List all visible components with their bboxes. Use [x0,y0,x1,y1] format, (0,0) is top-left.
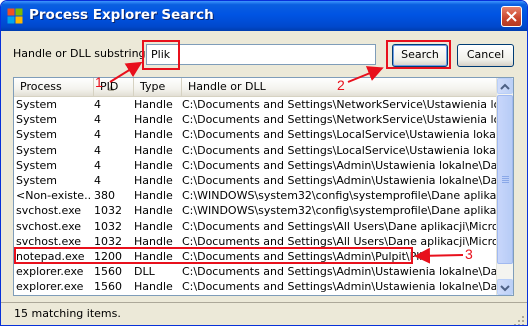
cell-process: svchost.exe [16,204,82,218]
cell-pid: 4 [94,143,101,157]
cell-pid: 4 [94,98,101,111]
cell-type: Handle [134,98,173,111]
vertical-scrollbar[interactable] [496,78,513,295]
cell-pid: 4 [94,128,101,142]
cell-handle: C:\Documents and Settings\All Users\Dane… [182,219,496,233]
cell-process: System [16,158,58,172]
annotation-box-input [142,40,180,70]
annotation-box-search [386,40,451,69]
table-row[interactable]: System 4 Handle C:\Documents and Settings\N… [14,97,498,112]
column-header-process[interactable]: Process [14,78,94,96]
table-row[interactable]: svchost.exe 1032 Handle C:\WINDOWS\system32… [14,203,498,218]
close-x-icon [506,11,517,22]
cell-pid: 1032 [94,204,122,218]
cell-type: Handle [134,280,173,294]
cell-handle: C:\Documents and Settings\NetworkService… [182,98,496,111]
chevron-down-icon [500,285,510,292]
annotation-box-notepad-row [14,247,413,264]
cell-process: System [16,128,58,142]
cell-type: Handle [134,143,173,157]
cell-type: Handle [134,219,173,233]
resize-grip-icon[interactable] [513,312,525,325]
cell-type: Handle [134,128,173,142]
list-header: Process ▲ PID Type Handle or DLL [14,78,498,97]
cell-handle: C:\Documents and Settings\LocalService\U… [182,143,496,157]
table-row[interactable]: System 4 Handle C:\Documents and Settings\A… [14,158,498,173]
cell-process: System [16,173,58,187]
annotation-number-2: 2 [337,77,345,93]
cell-handle: C:\WINDOWS\system32\config\systemprofile… [182,189,496,203]
scroll-down-button[interactable] [497,279,513,295]
table-row[interactable]: System 4 Handle C:\Documents and Settings\A… [14,173,498,188]
table-row[interactable]: System 4 Handle C:\Documents and Settings\L… [14,127,498,142]
status-bar: 15 matching items. [1,302,527,325]
table-row[interactable]: <Non-existe... 380 Handle C:\WINDOWS\system… [14,188,498,203]
table-row[interactable]: System 4 Handle C:\Documents and Settings\N… [14,112,498,127]
cell-pid: 380 [94,189,115,203]
cell-process: System [16,143,58,157]
cell-handle: C:\Documents and Settings\Admin\Ustawien… [182,173,496,187]
title-bar[interactable]: Process Explorer Search [1,1,527,31]
cell-process: System [16,98,58,111]
cell-handle: C:\Documents and Settings\Admin\Ustawien… [182,265,496,279]
table-row[interactable]: System 4 Handle C:\Documents and Settings\L… [14,143,498,158]
cell-type: DLL [134,265,155,279]
cell-type: Handle [134,189,173,203]
cell-process: svchost.exe [16,219,82,233]
cell-pid: 4 [94,113,101,127]
cell-handle: C:\Documents and Settings\LocalService\U… [182,128,496,142]
window-title: Process Explorer Search [29,7,214,23]
table-row[interactable]: svchost.exe 1032 Handle C:\Documents and Se… [14,219,498,234]
table-row[interactable]: explorer.exe 1560 Handle C:\Documents and S… [14,279,498,294]
result-rows: System 4 Handle C:\Documents and Settings\N… [14,97,498,294]
table-row[interactable]: explorer.exe 1560 DLL C:\Documents and Sett… [14,264,498,279]
cell-handle: C:\Documents and Settings\Admin\Ustawien… [182,280,496,294]
close-button[interactable] [501,6,522,27]
scroll-up-button[interactable] [497,78,513,94]
annotation-number-3: 3 [465,246,473,262]
cell-process: System [16,113,58,127]
cell-pid: 1560 [94,265,122,279]
cell-process: explorer.exe [16,265,84,279]
search-input[interactable] [146,44,376,65]
cell-handle: C:\WINDOWS\system32\config\systemprofile… [182,204,496,218]
cell-handle: C:\Documents and Settings\Admin\Ustawien… [182,158,496,172]
status-text: 15 matching items. [14,307,121,320]
cell-process: explorer.exe [16,280,84,294]
cell-pid: 1560 [94,280,122,294]
cell-pid: 4 [94,173,101,187]
scroll-thumb[interactable] [497,95,513,264]
cell-type: Handle [134,204,173,218]
chevron-up-icon [500,83,510,90]
process-explorer-icon [7,8,23,24]
cell-process: <Non-existe... [16,189,90,203]
cell-type: Handle [134,113,173,127]
cancel-button[interactable]: Cancel [457,44,514,67]
search-label: Handle or DLL substring: [13,47,150,60]
cell-pid: 4 [94,158,101,172]
cell-type: Handle [134,173,173,187]
cell-pid: 1032 [94,219,122,233]
cell-type: Handle [134,158,173,172]
column-header-type[interactable]: Type [134,78,182,96]
annotation-number-1: 1 [95,74,103,90]
cell-handle: C:\Documents and Settings\NetworkService… [182,113,496,127]
